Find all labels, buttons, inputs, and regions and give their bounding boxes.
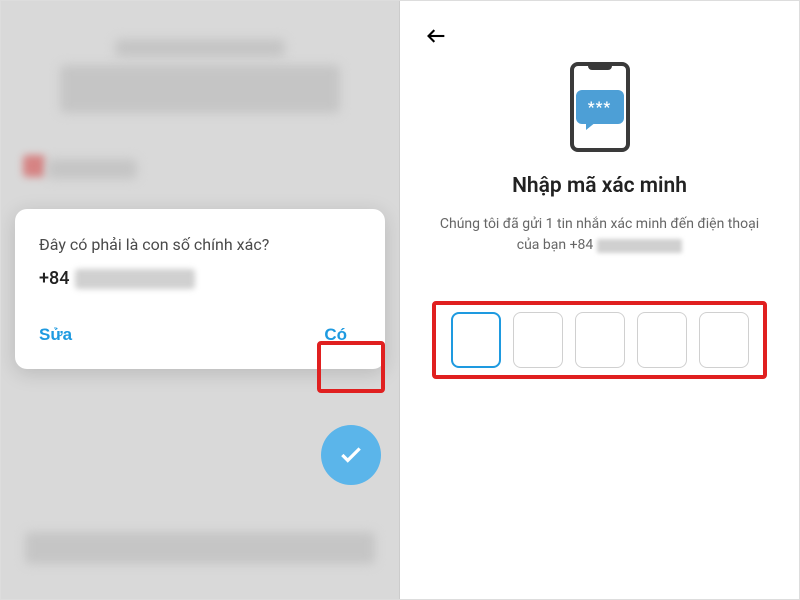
code-digit-2[interactable]: [513, 312, 563, 368]
phone-number-redacted: [75, 269, 195, 289]
code-digit-1[interactable]: [451, 312, 501, 368]
verify-description: Chúng tôi đã gửi 1 tin nhắn xác minh đến…: [422, 214, 777, 256]
right-screen: *** Nhập mã xác minh Chúng tôi đã gửi 1 …: [400, 1, 799, 599]
verify-title: Nhập mã xác minh: [422, 174, 777, 198]
left-screen: Đây có phải là con số chính xác? +84 Sửa…: [1, 1, 400, 599]
yes-button[interactable]: Có: [310, 319, 361, 351]
back-button[interactable]: [422, 23, 450, 52]
check-icon: [338, 442, 364, 468]
code-input-container: [422, 298, 777, 382]
phone-sms-icon: ***: [570, 62, 630, 152]
blurred-background: [25, 532, 375, 564]
code-digit-5[interactable]: [699, 312, 749, 368]
confirm-fab[interactable]: [321, 425, 381, 485]
blurred-background: [47, 159, 137, 179]
code-digit-3[interactable]: [575, 312, 625, 368]
phone-prefix: +84: [570, 235, 594, 256]
confirm-number-dialog: Đây có phải là con số chính xác? +84 Sửa…: [15, 209, 385, 369]
blurred-background: [23, 155, 45, 177]
blurred-background: [115, 39, 285, 57]
phone-prefix: +84: [39, 268, 69, 289]
phone-number-redacted: [597, 239, 682, 253]
arrow-left-icon: [426, 27, 446, 45]
blurred-background: [60, 65, 340, 113]
dialog-question: Đây có phải là con số chính xác?: [39, 235, 361, 254]
phone-number-display: +84: [39, 268, 361, 289]
code-digit-4[interactable]: [637, 312, 687, 368]
sms-bubble-icon: ***: [576, 90, 624, 124]
code-input-row: [442, 312, 757, 368]
edit-button[interactable]: Sửa: [39, 325, 72, 345]
dialog-button-row: Sửa Có: [39, 319, 361, 351]
